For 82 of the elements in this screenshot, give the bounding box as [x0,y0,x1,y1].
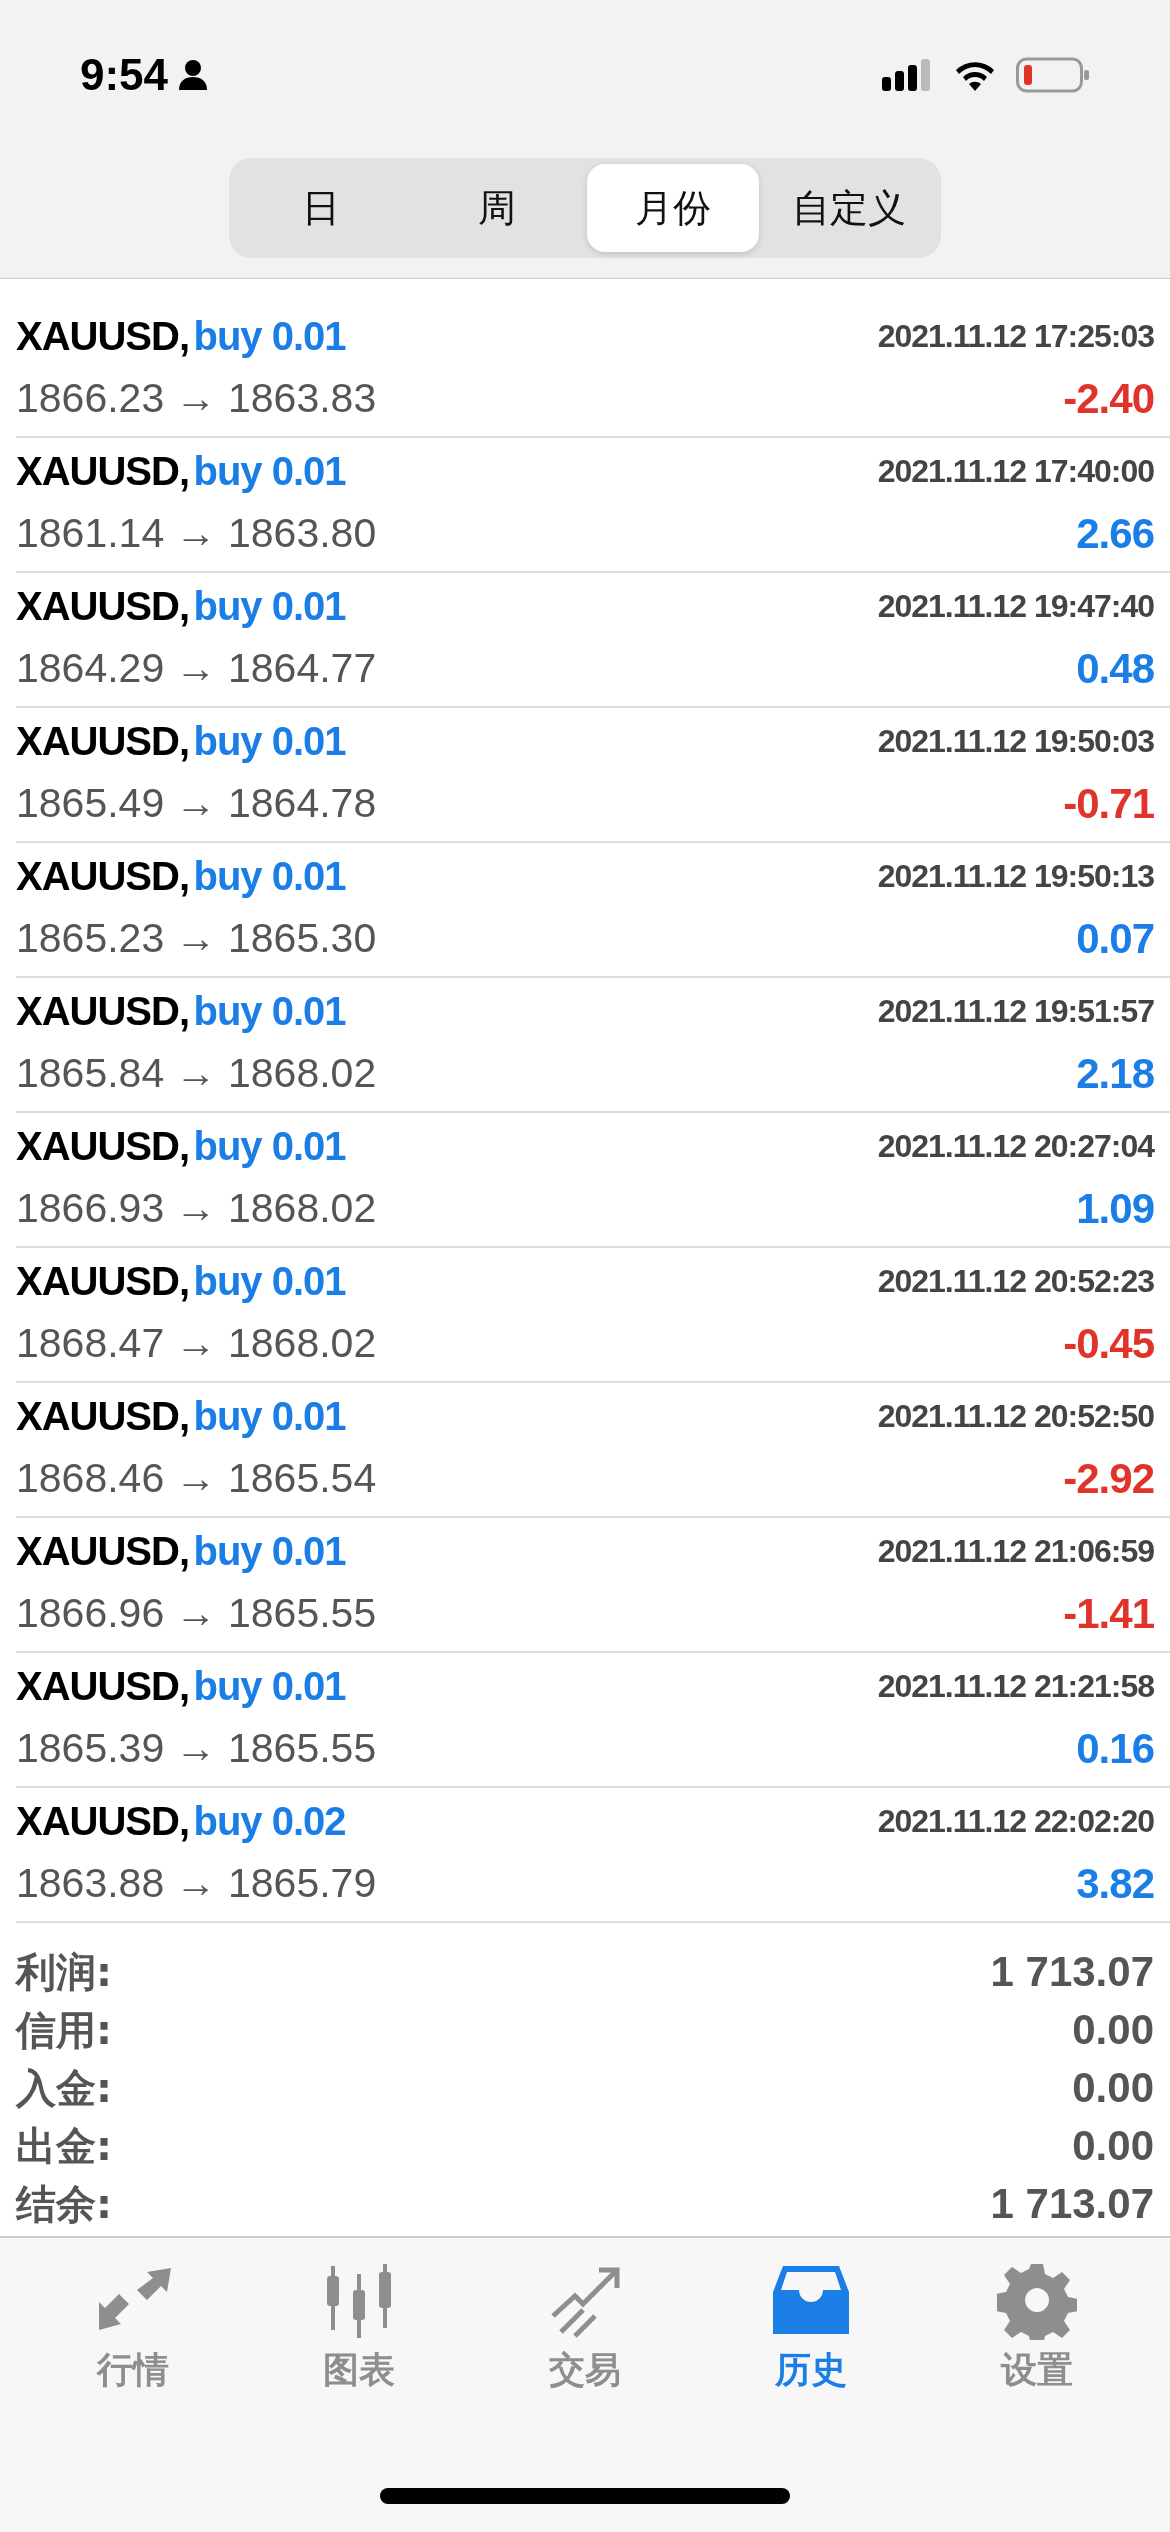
order-type: buy 0.01 [193,314,346,358]
deal-time: 2021.11.12 19:51:57 [877,993,1154,1030]
symbol-text: XAUUSD, [16,1529,190,1573]
tab-bar-item[interactable]: 图表 [246,2238,472,2396]
profit-value: -0.71 [1063,779,1154,828]
symbol-text: XAUUSD, [16,1259,190,1303]
profit-value: -2.92 [1063,1454,1154,1503]
deal-time: 2021.11.12 21:06:59 [877,1533,1154,1570]
symbol-text: XAUUSD, [16,584,190,628]
deal-time: 2021.11.12 19:50:03 [877,723,1154,760]
profit-value: -2.40 [1063,374,1154,423]
order-type: buy 0.01 [193,584,346,628]
profit-value: -1.41 [1063,1589,1154,1638]
period-tab[interactable]: 月份 [587,164,759,252]
price-range: 1863.88 → 1865.79 [16,1860,377,1907]
price-range: 1865.84 → 1868.02 [16,1050,377,1097]
summary-label: 信用: [16,2005,112,2055]
price-range: 1864.29 → 1864.77 [16,645,377,692]
symbol-text: XAUUSD, [16,1664,190,1708]
order-type: buy 0.01 [193,1394,346,1438]
deal-time: 2021.11.12 20:52:23 [877,1263,1154,1300]
order-type: buy 0.01 [193,1259,346,1303]
summary-value: 0.00 [1072,2006,1154,2054]
tab-bar-item[interactable]: 交易 [472,2238,698,2396]
summary-value: 1 713.07 [990,1948,1154,1996]
symbol-text: XAUUSD, [16,719,190,763]
symbol-text: XAUUSD, [16,854,190,898]
profit-value: 0.07 [1076,914,1154,963]
price-range: 1866.93 → 1868.02 [16,1185,377,1232]
symbol-text: XAUUSD, [16,1799,190,1843]
deal-time: 2021.11.12 21:21:58 [877,1668,1154,1705]
period-tab[interactable]: 周 [411,164,583,252]
price-range: 1865.39 → 1865.55 [16,1725,377,1772]
order-type: buy 0.02 [193,1799,346,1843]
price-range: 1866.23 → 1863.83 [16,375,377,422]
summary-label: 入金: [16,2063,112,2113]
price-range: 1861.14 → 1863.80 [16,510,377,557]
price-range: 1868.47 → 1868.02 [16,1320,377,1367]
symbol-text: XAUUSD, [16,449,190,493]
person-icon [178,59,209,91]
deal-time: 2021.11.12 19:47:40 [877,588,1154,625]
clock: 9:54 [80,50,169,100]
order-type: buy 0.01 [193,989,346,1033]
summary-value: 0.00 [1072,2122,1154,2170]
deal-time: 2021.11.12 20:52:50 [877,1398,1154,1435]
deal-time: 2021.11.12 17:25:03 [877,318,1154,355]
tab-bar-item[interactable]: 行情 [20,2238,246,2396]
price-range: 1865.49 → 1864.78 [16,780,377,827]
summary-label: 结余: [16,2179,112,2229]
price-range: 1868.46 → 1865.54 [16,1455,377,1502]
deal-time: 2021.11.12 20:27:04 [877,1128,1154,1165]
profit-value: 0.16 [1076,1724,1154,1773]
symbol-text: XAUUSD, [16,1124,190,1168]
tab-bar-item[interactable]: 设置 [924,2238,1150,2396]
order-type: buy 0.01 [193,1664,346,1708]
order-type: buy 0.01 [193,1124,346,1168]
order-type: buy 0.01 [193,719,346,763]
symbol-text: XAUUSD, [16,1394,190,1438]
profit-value: 0.48 [1076,644,1154,693]
summary-label: 利润: [16,1947,112,1997]
price-range: 1866.96 → 1865.55 [16,1590,377,1637]
order-type: buy 0.01 [193,449,346,493]
deal-time: 2021.11.12 17:40:00 [877,453,1154,490]
profit-value: 2.18 [1076,1049,1154,1098]
summary-value: 1 713.07 [990,2180,1154,2228]
period-tab[interactable]: 自定义 [763,164,935,252]
profit-value: 1.09 [1076,1184,1154,1233]
summary-value: 0.00 [1072,2064,1154,2112]
battery-icon [1016,57,1090,93]
symbol-text: XAUUSD, [16,314,190,358]
profit-value: -0.45 [1063,1319,1154,1368]
period-tab[interactable]: 日 [235,164,407,252]
tab-bar-item[interactable]: 历史 [698,2238,924,2396]
summary-label: 出金: [16,2121,112,2171]
profit-value: 3.82 [1076,1859,1154,1908]
profit-value: 2.66 [1076,509,1154,558]
order-type: buy 0.01 [193,1529,346,1573]
price-range: 1865.23 → 1865.30 [16,915,377,962]
order-type: buy 0.01 [193,854,346,898]
deal-time: 2021.11.12 22:02:20 [877,1803,1154,1840]
symbol-text: XAUUSD, [16,989,190,1033]
deal-time: 2021.11.12 19:50:13 [877,858,1154,895]
